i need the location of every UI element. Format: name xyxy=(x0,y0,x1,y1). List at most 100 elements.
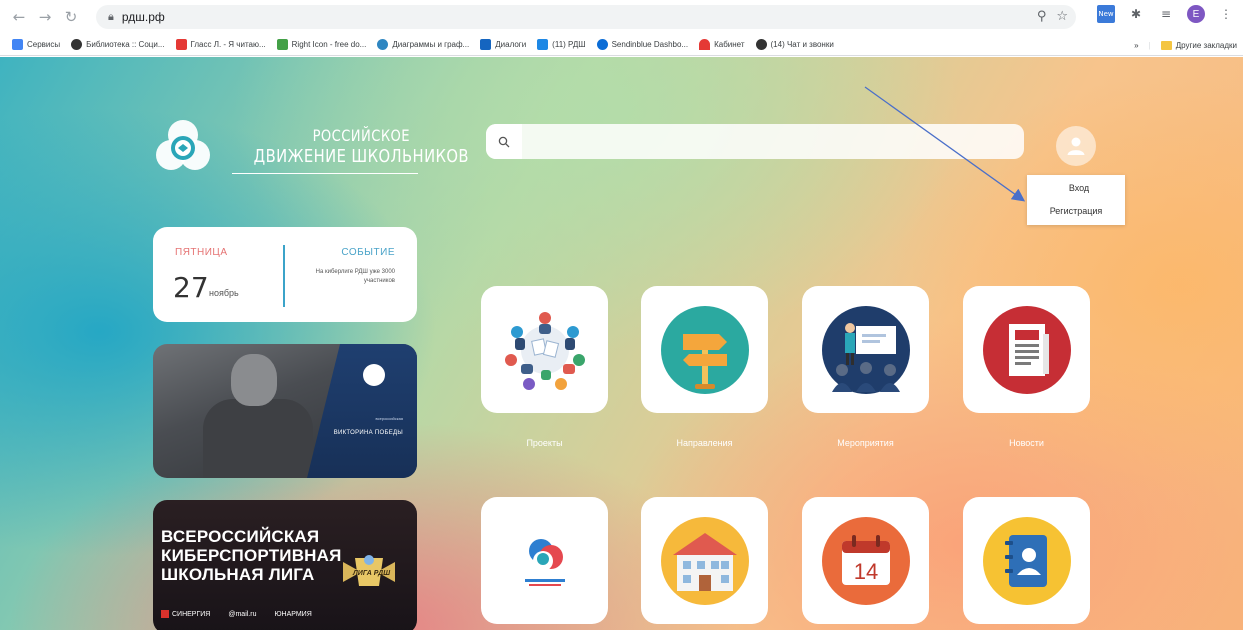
projects-label[interactable]: Проекты xyxy=(481,438,608,448)
logo-text: РОССИЙСКОЕ ДВИЖЕНИЕ ШКОЛЬНИКОВ xyxy=(230,126,493,167)
user-account-button[interactable] xyxy=(1056,126,1096,166)
bookmark-label: Гласс Л. - Я читаю... xyxy=(190,40,266,49)
url-text: рдш.рф xyxy=(121,10,165,24)
month-name: ноябрь xyxy=(209,288,239,298)
projects-tile[interactable] xyxy=(481,286,608,413)
esports-league-banner[interactable]: ВСЕРОССИЙСКАЯ КИБЕРСПОРТИВНАЯ ШКОЛЬНАЯ Л… xyxy=(153,500,417,630)
sponsor-synergy: СИНЕРГИЯ xyxy=(161,610,210,618)
bookmark-item[interactable]: Библиотека :: Соци... xyxy=(71,39,165,50)
event-title: СОБЫТИЕ xyxy=(341,247,395,258)
banner-blue-panel xyxy=(307,344,417,478)
news-tile[interactable] xyxy=(963,286,1090,413)
logo-mark-icon xyxy=(152,115,214,177)
directions-label[interactable]: Направления xyxy=(641,438,768,448)
bookmark-label: Sendinblue Dashbo... xyxy=(611,40,689,49)
pdf-icon xyxy=(175,39,187,50)
search-icon[interactable] xyxy=(486,124,522,159)
chart-icon xyxy=(377,39,389,50)
vk-icon xyxy=(480,39,492,50)
rdsh-logo-icon xyxy=(524,538,565,586)
bookmark-item[interactable]: Гласс Л. - Я читаю... xyxy=(175,39,266,50)
register-menu-item[interactable]: Регистрация xyxy=(1027,206,1125,216)
site-icon xyxy=(276,39,288,50)
address-bar[interactable]: 🔒︎ рдш.рф ⚲ ☆ xyxy=(96,5,1076,29)
logo-underline xyxy=(232,173,418,174)
logo-line-1: РОССИЙСКОЕ xyxy=(312,125,410,145)
search-input[interactable] xyxy=(522,124,1024,159)
league-badge-text: ЛИГА РДШ xyxy=(353,570,391,577)
more-bookmarks-button[interactable]: » xyxy=(1134,41,1138,50)
login-menu-item[interactable]: Вход xyxy=(1030,183,1128,193)
sponsor-yunarmia: ЮНАРМИЯ xyxy=(274,610,312,618)
extension-pin-icon[interactable]: ✱ xyxy=(1127,5,1145,23)
bookmark-label: (14) Чат и звонки xyxy=(770,40,834,49)
sponsor-mailru: @mail.ru xyxy=(228,610,257,618)
address-book-icon xyxy=(982,516,1071,605)
back-icon[interactable]: ← xyxy=(8,6,30,28)
rdsh-small-logo-icon xyxy=(363,364,385,386)
user-dropdown-menu: Вход Регистрация xyxy=(1027,175,1125,225)
bookmark-item[interactable]: Right Icon - free do... xyxy=(276,39,367,50)
vk-icon xyxy=(537,39,549,50)
date-event-card[interactable]: ПЯТНИЦА 27 ноябрь СОБЫТИЕ На киберлиге Р… xyxy=(153,227,417,322)
bookmark-item[interactable]: Диалоги xyxy=(480,39,526,50)
presentation-icon xyxy=(821,305,910,394)
school-tile[interactable] xyxy=(641,497,768,624)
menu-dots-icon[interactable]: ⋮ xyxy=(1217,5,1235,23)
reload-icon[interactable]: ↻ xyxy=(60,6,82,28)
projects-icon xyxy=(504,311,585,390)
search-bar[interactable] xyxy=(486,124,1024,159)
bookmark-label: Библиотека :: Соци... xyxy=(86,40,165,49)
bookmarks-bar: Сервисы Библиотека :: Соци... Гласс Л. -… xyxy=(0,34,1243,56)
league-line-1: ВСЕРОССИЙСКАЯ xyxy=(161,527,320,546)
apps-icon xyxy=(12,39,23,50)
user-icon xyxy=(1067,137,1085,155)
cabinet-icon xyxy=(699,39,711,50)
bookmark-item[interactable]: Диаграммы и граф... xyxy=(377,39,469,50)
sponsor-synergy-label: СИНЕРГИЯ xyxy=(172,610,211,618)
events-tile[interactable] xyxy=(802,286,929,413)
league-sponsors: СИНЕРГИЯ @mail.ru ЮНАРМИЯ xyxy=(161,610,312,618)
contacts-tile[interactable] xyxy=(963,497,1090,624)
events-label[interactable]: Мероприятия xyxy=(802,438,929,448)
folder-icon xyxy=(1160,40,1172,50)
soldier-photo xyxy=(203,399,313,478)
day-number: 27 xyxy=(173,271,209,304)
victory-quiz-banner[interactable]: всероссийская ВИКТОРИНА ПОБЕДЫ xyxy=(153,344,417,478)
league-line-2: КИБЕРСПОРТИВНАЯ xyxy=(161,546,342,565)
event-text: На киберлиге РДШ уже 3000 участников xyxy=(315,269,395,284)
bookmark-label: Диалоги xyxy=(495,40,527,49)
news-label[interactable]: Новости xyxy=(963,438,1090,448)
bookmark-item[interactable]: Кабинет xyxy=(699,39,745,50)
bookmark-label: Другие закладки xyxy=(1175,40,1237,50)
directions-tile[interactable] xyxy=(641,286,768,413)
rdsh-logo[interactable]: РОССИЙСКОЕ ДВИЖЕНИЕ ШКОЛЬНИКОВ xyxy=(152,115,493,177)
bookmark-item[interactable]: (11) РДШ xyxy=(537,39,586,50)
calendar-day-number: 14 xyxy=(853,559,877,584)
sendinblue-icon xyxy=(596,39,608,50)
zoom-icon[interactable]: ⚲ xyxy=(1037,9,1047,24)
bookmark-star-icon[interactable]: ☆ xyxy=(1056,9,1068,24)
forward-icon[interactable]: → xyxy=(34,6,56,28)
victory-small-text: всероссийская xyxy=(375,416,403,421)
reading-list-icon[interactable]: ≡ xyxy=(1157,5,1175,23)
bookmark-item[interactable]: Sendinblue Dashbo... xyxy=(596,39,689,50)
bookmark-label: (11) РДШ xyxy=(552,40,586,49)
signpost-icon xyxy=(660,305,749,394)
calendar-tile[interactable]: 14 xyxy=(802,497,929,624)
synergy-logo-icon xyxy=(161,610,169,618)
other-bookmarks-folder[interactable]: Другие закладки xyxy=(1160,40,1237,50)
extension-new-icon[interactable]: New xyxy=(1097,5,1115,23)
bookmark-label: Right Icon - free do... xyxy=(291,40,367,49)
victory-title: ВИКТОРИНА ПОБЕДЫ xyxy=(333,430,403,436)
school-building-icon xyxy=(660,516,749,605)
bookmark-label: Диаграммы и граф... xyxy=(392,40,470,49)
browser-toolbar: ← → ↻ 🔒︎ рдш.рф ⚲ ☆ New ✱ ≡ E ⋮ xyxy=(0,0,1243,34)
bookmark-item[interactable]: (14) Чат и звонки xyxy=(755,39,834,50)
rdsh-about-tile[interactable] xyxy=(481,497,608,624)
bookmark-item[interactable]: Сервисы xyxy=(12,39,60,50)
globe-icon xyxy=(71,39,83,50)
profile-avatar[interactable]: E xyxy=(1187,5,1205,23)
bookmark-label: Кабинет xyxy=(714,40,745,49)
bookmark-label: Сервисы xyxy=(27,40,61,49)
